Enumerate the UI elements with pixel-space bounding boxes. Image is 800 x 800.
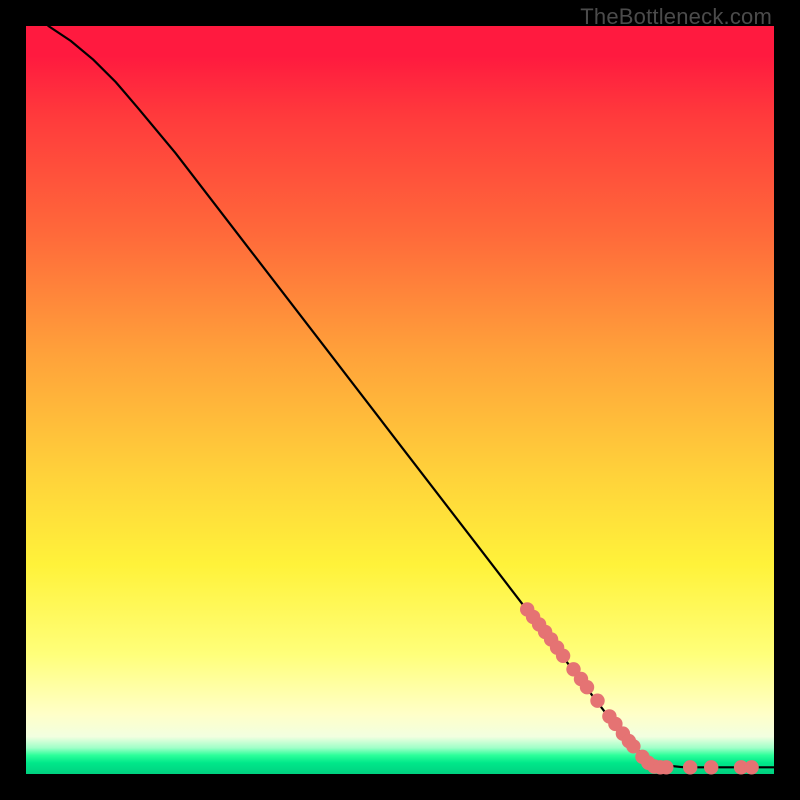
data-marker <box>683 760 697 774</box>
data-marker <box>744 760 758 774</box>
chart-svg <box>26 26 774 774</box>
bottleneck-curve <box>48 26 774 767</box>
marker-group <box>520 602 759 774</box>
data-marker <box>659 760 673 774</box>
watermark-text: TheBottleneck.com <box>580 4 772 30</box>
plot-area <box>26 26 774 774</box>
data-marker <box>590 694 604 708</box>
data-marker <box>556 649 570 663</box>
chart-frame: TheBottleneck.com <box>0 0 800 800</box>
data-marker <box>580 680 594 694</box>
data-marker <box>704 760 718 774</box>
